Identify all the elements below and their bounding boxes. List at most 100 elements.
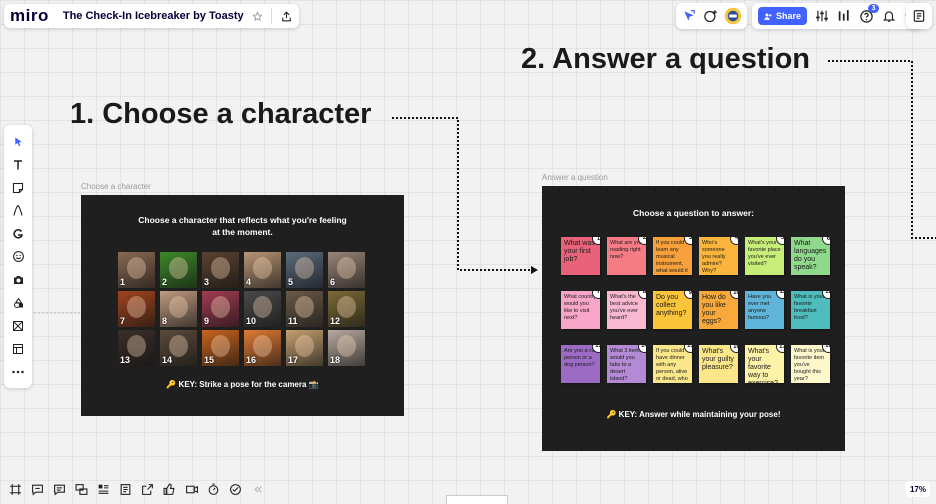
character-tile[interactable]: 15 — [202, 330, 239, 366]
frame2-label[interactable]: Answer a question — [542, 173, 608, 182]
question-text: What's your favorite place you've ever v… — [748, 240, 781, 267]
card-icon[interactable] — [96, 482, 111, 497]
question-sticky[interactable]: What is your favorite item you've bought… — [791, 345, 830, 383]
text-tool-icon[interactable] — [9, 156, 27, 173]
notes-panel-button[interactable] — [906, 3, 932, 29]
frame1-label[interactable]: Choose a character — [81, 182, 151, 191]
character-tile[interactable]: 17 — [286, 330, 323, 366]
frame1-heading-line1: Choose a character that reflects what yo… — [138, 215, 347, 225]
bell-icon[interactable] — [882, 9, 896, 23]
question-sticky[interactable]: What was your first job? 1 — [561, 237, 600, 275]
video-icon[interactable] — [184, 482, 199, 497]
share-button[interactable]: Share — [758, 7, 808, 25]
character-number: 8 — [162, 316, 168, 326]
timer-icon[interactable] — [206, 482, 221, 497]
miro-logo[interactable]: miro — [10, 6, 49, 26]
character-tile[interactable]: 12 — [328, 291, 365, 327]
camera-icon[interactable] — [9, 271, 27, 288]
question-sticky[interactable]: What 3 items would you take to a desert … — [607, 345, 646, 383]
help-icon[interactable]: 3 — [859, 3, 880, 24]
question-sticky[interactable]: What's your favorite place you've ever v… — [745, 237, 784, 275]
question-sticky[interactable]: Who's someone you really admire? Why? 4 — [699, 237, 738, 275]
character-tile[interactable]: 8 — [160, 291, 197, 327]
question-sticky[interactable]: Have you ever met anyone famous?11 — [745, 291, 784, 329]
emoji-icon[interactable] — [9, 248, 27, 265]
question-sticky[interactable]: What's your guilty pleasure?16 — [699, 345, 738, 383]
character-tile[interactable]: 7 — [118, 291, 155, 327]
character-face — [169, 257, 188, 279]
question-text: What is your favorite breakfast food? — [794, 294, 825, 321]
character-face — [295, 257, 314, 279]
pen-icon[interactable] — [9, 202, 27, 219]
question-text: What 3 items would you take to a desert … — [610, 348, 643, 382]
star-icon[interactable] — [252, 10, 263, 22]
question-sticky[interactable]: Are you a cat person or a dog person?13 — [561, 345, 600, 383]
character-number: 13 — [120, 355, 131, 365]
question-text: What's your guilty pleasure? — [702, 348, 734, 371]
export-icon[interactable] — [140, 482, 155, 497]
question-sticky[interactable]: What is your favorite breakfast food?12 — [791, 291, 830, 329]
avatar[interactable] — [724, 7, 742, 25]
thumbs-up-icon[interactable] — [162, 482, 177, 497]
character-tile[interactable]: 4 — [244, 252, 281, 288]
character-tile[interactable]: 13 — [118, 330, 155, 366]
settings-sliders-icon[interactable] — [815, 9, 829, 23]
character-face — [253, 335, 272, 357]
share-screen-icon[interactable] — [74, 482, 89, 497]
question-sticky[interactable]: What are you reading right now? 2 — [607, 237, 646, 275]
question-sticky[interactable]: What's the best advice you've ever heard… — [607, 291, 646, 329]
character-tile[interactable]: 16 — [244, 330, 281, 366]
select-cursor-icon[interactable] — [9, 133, 27, 150]
character-number: 6 — [330, 277, 336, 287]
frame-tool-icon[interactable] — [9, 317, 27, 334]
minimap[interactable] — [446, 495, 508, 504]
character-tile[interactable]: 5 — [286, 252, 323, 288]
heading-answer-question[interactable]: 2. Answer a question — [521, 43, 810, 76]
question-sticky[interactable]: What languages do you speak? 6 — [791, 237, 830, 275]
shapes-icon[interactable] — [9, 294, 27, 311]
question-sticky[interactable]: If you could have dinner with any person… — [653, 345, 692, 383]
cursor-flag-icon[interactable] — [681, 9, 697, 23]
frame2-key: 🔑 KEY: Answer while maintaining your pos… — [606, 410, 781, 419]
zoom-level[interactable]: 17% — [906, 481, 930, 497]
question-sticky[interactable]: If you could learn any musical instrumen… — [653, 237, 692, 275]
collapse-chevron-icon[interactable] — [250, 482, 265, 497]
activity-icon[interactable] — [837, 9, 851, 23]
question-sticky[interactable]: Do you collect anything? 9 — [653, 291, 692, 329]
character-tile[interactable]: 6 — [328, 252, 365, 288]
templates-icon[interactable] — [9, 340, 27, 357]
connector-1[interactable] — [392, 117, 538, 274]
character-number: 7 — [120, 316, 126, 326]
vote-icon[interactable] — [228, 482, 243, 497]
chat-icon[interactable] — [52, 482, 67, 497]
character-face — [253, 257, 272, 279]
comment-icon[interactable] — [30, 482, 45, 497]
character-tile[interactable]: 2 — [160, 252, 197, 288]
upload-icon[interactable] — [280, 10, 293, 23]
sticky-note-icon[interactable] — [9, 179, 27, 196]
frame-answer-question[interactable]: Choose a question to answer: What was yo… — [542, 186, 845, 451]
character-tile[interactable]: 11 — [286, 291, 323, 327]
add-reaction-icon[interactable] — [703, 9, 718, 24]
notes-list-icon[interactable] — [118, 482, 133, 497]
character-tile[interactable]: 18 — [328, 330, 365, 366]
character-tile[interactable]: 10 — [244, 291, 281, 327]
ai-g-icon[interactable] — [9, 225, 27, 242]
notes-icon — [912, 9, 926, 23]
character-tile[interactable]: 14 — [160, 330, 197, 366]
character-tile[interactable]: 9 — [202, 291, 239, 327]
character-tile[interactable]: 3 — [202, 252, 239, 288]
frames-panel-icon[interactable] — [8, 482, 23, 497]
question-text: What country would you like to visit nex… — [564, 294, 597, 321]
heading-choose-character[interactable]: 1. Choose a character — [70, 98, 371, 131]
question-sticky[interactable]: What's your favorite way to exercise?17 — [745, 345, 784, 383]
question-grid: What was your first job? 1 What are you re… — [561, 237, 830, 383]
character-tile[interactable]: 1 — [118, 252, 155, 288]
frame-choose-character[interactable]: Choose a character that reflects what yo… — [81, 195, 404, 416]
character-face — [127, 335, 146, 357]
more-icon[interactable] — [9, 363, 27, 380]
question-sticky[interactable]: What country would you like to visit nex… — [561, 291, 600, 329]
question-sticky[interactable]: How do you like your eggs?10 — [699, 291, 738, 329]
board-title[interactable]: The Check-In Icebreaker by Toasty — [63, 10, 244, 22]
character-face — [169, 296, 188, 318]
